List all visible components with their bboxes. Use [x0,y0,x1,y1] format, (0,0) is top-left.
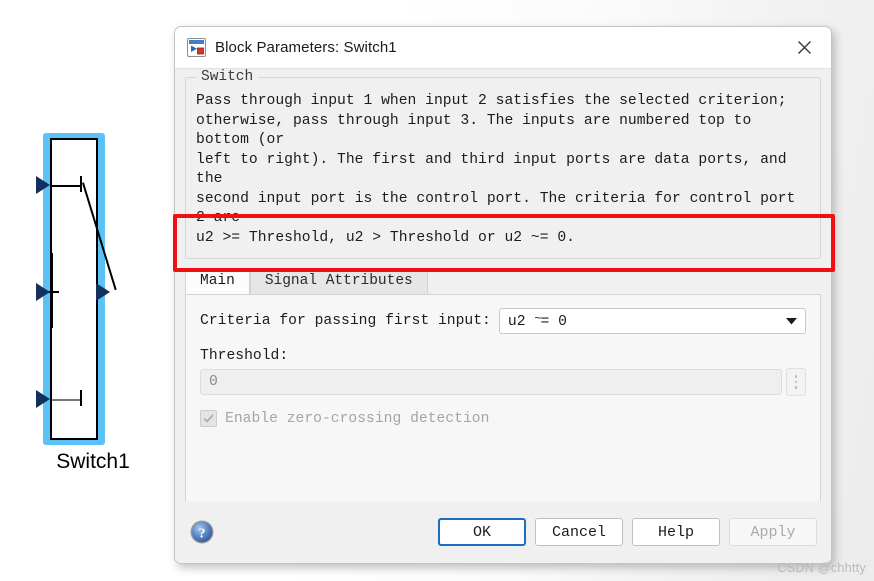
dialog-titlebar: Block Parameters: Switch1 [175,27,831,69]
threshold-row: 0 [200,368,806,396]
checkmark-icon [203,414,214,423]
help-icon[interactable]: ? [189,519,215,545]
switch-bottom-contact-line [52,399,82,401]
simulink-block-icon [187,38,206,57]
output-port-1-arrow-icon[interactable] [96,283,110,301]
criteria-row: Criteria for passing first input: u2 ~= … [200,308,806,334]
groupbox-title: Switch [196,69,259,85]
threshold-input[interactable]: 0 [200,369,782,395]
dialog-title: Block Parameters: Switch1 [215,39,397,56]
tab-signal-attributes[interactable]: Signal Attributes [249,269,428,294]
description-groupbox: Switch Pass through input 1 when input 2… [185,69,821,259]
input-port-1-arrow-icon[interactable] [36,176,50,194]
block-parameters-dialog: Block Parameters: Switch1 Switch Pass th… [174,26,832,564]
close-icon[interactable] [787,33,821,63]
block-description-text: Pass through input 1 when input 2 satisf… [196,93,796,246]
threshold-label-row: Threshold: [200,346,806,364]
footer-button-group: OK Cancel Help Apply [438,518,817,546]
stepper-icon[interactable] [786,368,806,396]
input-port-2-arrow-icon[interactable] [36,283,50,301]
ok-button[interactable]: OK [438,518,526,546]
criteria-dropdown-value: u2 ~= 0 [508,312,786,330]
input-port-3-arrow-icon[interactable] [36,390,50,408]
switch-bottom-contact-tick [80,390,82,406]
zero-crossing-checkbox[interactable] [200,410,217,427]
threshold-label: Threshold: [200,348,289,364]
chevron-down-icon [786,312,797,330]
criteria-dropdown[interactable]: u2 ~= 0 [498,308,806,334]
block-body [50,138,98,440]
dialog-footer: ? OK Cancel Help Apply [175,501,831,563]
block-label: Switch1 [56,450,130,473]
switch-block[interactable]: Switch1 [28,128,158,488]
svg-text:?: ? [199,526,206,541]
zero-crossing-row[interactable]: Enable zero-crossing detection [200,410,806,427]
switch-top-contact-line [52,185,82,187]
criteria-value-suffix: = 0 [540,314,567,330]
apply-button: Apply [729,518,817,546]
criteria-value-prefix: u2 [507,314,535,330]
criteria-label: Criteria for passing first input: [200,313,491,329]
zero-crossing-label: Enable zero-crossing detection [225,410,490,427]
tab-main[interactable]: Main [185,269,250,294]
switch-top-contact-tick [80,176,82,192]
tab-bar: Main Signal Attributes [185,269,821,294]
help-button[interactable]: Help [632,518,720,546]
cancel-button[interactable]: Cancel [535,518,623,546]
watermark: CSDN @chhtty [777,561,866,575]
